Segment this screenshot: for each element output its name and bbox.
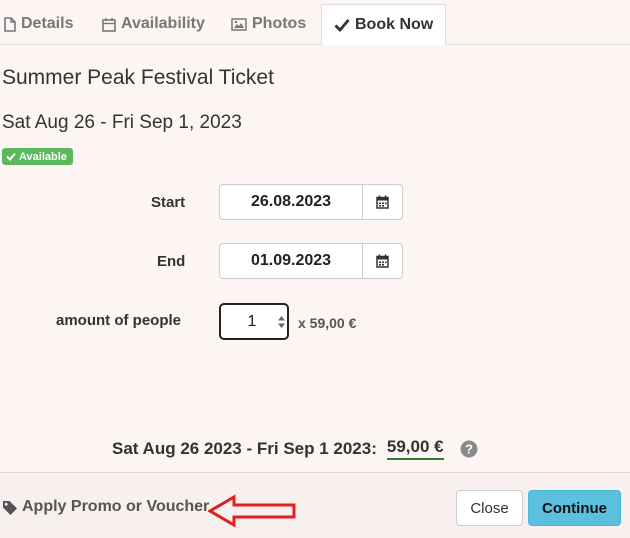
- calendar-icon: [376, 254, 389, 268]
- apply-promo-link[interactable]: Apply Promo or Voucher: [2, 498, 209, 516]
- annotation-arrow-icon: [208, 494, 296, 528]
- tab-availability[interactable]: Availability: [102, 4, 205, 44]
- status-badge-label: Available: [19, 150, 67, 163]
- spin-buttons: [277, 314, 286, 330]
- continue-button[interactable]: Continue: [528, 490, 621, 526]
- end-label: End: [157, 253, 186, 270]
- people-label: amount of people: [56, 312, 181, 329]
- people-input[interactable]: [221, 312, 275, 331]
- tab-details[interactable]: Details: [4, 4, 73, 44]
- check-icon: [334, 18, 350, 32]
- spin-down-icon[interactable]: [277, 322, 286, 330]
- end-calendar-button[interactable]: [362, 244, 402, 278]
- tab-photos[interactable]: Photos: [231, 4, 306, 44]
- calendar-icon: [376, 195, 389, 209]
- close-button[interactable]: Close: [456, 490, 523, 526]
- status-badge: Available: [2, 148, 73, 165]
- calendar-icon: [102, 17, 116, 32]
- summary-total: 59,00 €: [386, 437, 444, 460]
- file-icon: [4, 16, 16, 32]
- tab-availability-label: Availability: [121, 15, 205, 32]
- start-calendar-button[interactable]: [362, 185, 402, 219]
- start-label: Start: [151, 194, 186, 211]
- event-dates: Sat Aug 26 - Fri Sep 1, 2023: [2, 112, 242, 133]
- tab-bar: Details Availability Photos Book Now: [0, 0, 630, 45]
- apply-promo-label: Apply Promo or Voucher: [22, 498, 210, 515]
- price-per-person: x 59,00 €: [298, 315, 357, 331]
- event-title: Summer Peak Festival Ticket: [2, 66, 274, 89]
- tab-book-now[interactable]: Book Now: [321, 4, 447, 45]
- start-date-input[interactable]: [220, 185, 362, 219]
- image-icon: [231, 17, 247, 31]
- summary-range: Sat Aug 26 2023 - Fri Sep 1 2023:: [112, 438, 377, 458]
- tag-icon: [3, 500, 17, 515]
- booking-summary: Sat Aug 26 2023 - Fri Sep 1 2023: 59,00 …: [112, 437, 478, 460]
- tab-details-label: Details: [21, 15, 74, 32]
- question-icon[interactable]: ?: [460, 440, 478, 458]
- spin-up-icon[interactable]: [277, 314, 286, 322]
- check-icon: [6, 152, 16, 161]
- end-date-input[interactable]: [220, 244, 362, 278]
- tab-photos-label: Photos: [252, 15, 307, 32]
- start-date-picker: [219, 184, 403, 220]
- people-stepper: [219, 303, 289, 340]
- svg-text:?: ?: [465, 441, 473, 456]
- end-date-picker: [219, 243, 403, 279]
- tab-book-now-label: Book Now: [355, 15, 434, 33]
